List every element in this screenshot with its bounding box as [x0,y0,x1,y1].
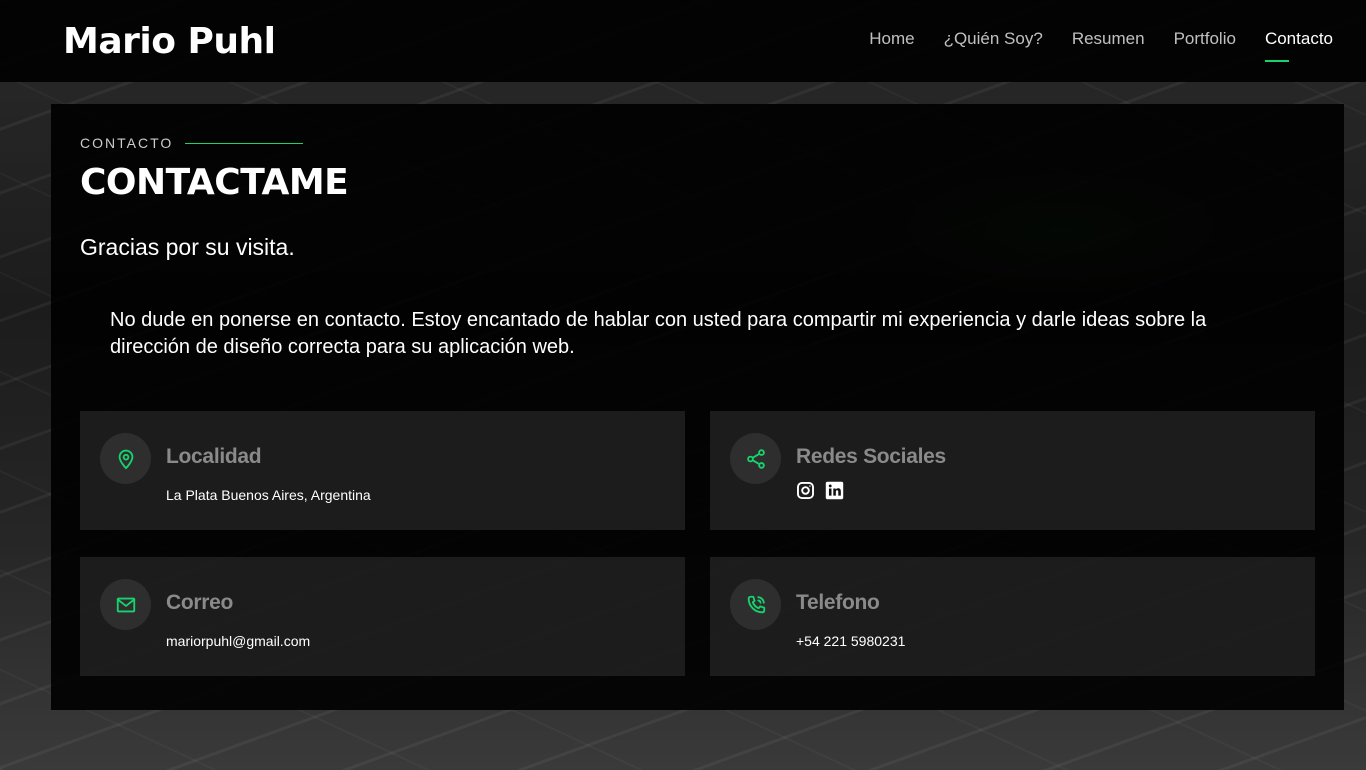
phone-icon [747,595,765,613]
location-icon-circle [100,433,151,484]
section-tag-line [185,142,304,144]
social-icon-circle [730,433,781,484]
share-icon [746,448,765,469]
site-header: Mario Puhl Home ¿Quién Soy? Resumen Port… [0,0,1366,82]
map-pin-icon [118,449,133,469]
location-value: La Plata Buenos Aires, Argentina [166,487,371,503]
social-card: Redes Sociales [710,411,1315,530]
linkedin-icon[interactable] [825,481,844,500]
envelope-icon [116,597,135,612]
location-card: Localidad La Plata Buenos Aires, Argenti… [80,411,685,530]
email-card: Correo mariorpuhl@gmail.com [80,557,685,676]
phone-title: Telefono [796,591,880,614]
contact-section: CONTACTO CONTACTAME Gracias por su visit… [51,104,1344,710]
phone-card: Telefono +54 221 5980231 [710,557,1315,676]
section-subtitle: Gracias por su visita. [80,234,295,260]
nav-home[interactable]: Home [869,29,914,53]
location-title: Localidad [166,445,262,468]
nav-about[interactable]: ¿Quién Soy? [944,29,1043,53]
email-title: Correo [166,591,234,614]
nav-resume[interactable]: Resumen [1072,29,1145,53]
intro-paragraph: No dude en ponerse en contacto. Estoy en… [110,309,1207,358]
instagram-icon[interactable] [796,481,815,500]
section-tag: CONTACTO [80,135,304,151]
brand-logo[interactable]: Mario Puhl [63,21,276,62]
section-tag-label: CONTACTO [80,135,174,151]
email-value[interactable]: mariorpuhl@gmail.com [166,633,310,649]
nav-portfolio[interactable]: Portfolio [1174,29,1236,53]
phone-value[interactable]: +54 221 5980231 [796,633,905,649]
social-links [796,481,844,500]
main-nav: Home ¿Quién Soy? Resumen Portfolio Conta… [869,29,1333,62]
social-title: Redes Sociales [796,445,946,468]
section-title: CONTACTAME [80,162,349,203]
email-icon-circle [100,579,151,630]
phone-icon-circle [730,579,781,630]
nav-contact[interactable]: Contacto [1264,29,1333,62]
